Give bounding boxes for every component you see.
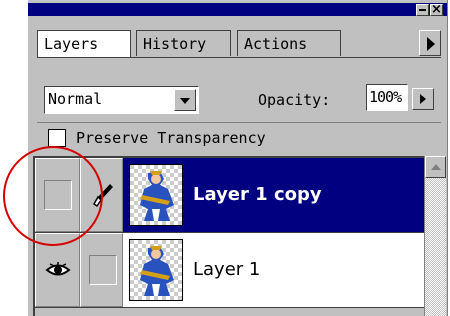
vertical-scrollbar[interactable]: [424, 156, 446, 316]
palette-menu-arrow-icon[interactable]: [419, 30, 441, 56]
tabs-divider: [37, 57, 441, 58]
layer-thumbnail-icon: [129, 239, 183, 301]
chevron-down-icon[interactable]: [174, 89, 196, 111]
layer-row[interactable]: Layer 1: [35, 233, 424, 307]
layer-row[interactable]: Layer 1 copy: [35, 158, 424, 232]
options-divider: [37, 122, 441, 123]
blend-mode-value: Normal: [48, 90, 103, 108]
brush-icon: [89, 180, 117, 210]
preserve-transparency-label: Preserve Transparency: [76, 129, 266, 147]
layer-main-selected[interactable]: Layer 1 copy: [123, 158, 424, 232]
minimize-icon[interactable]: [416, 4, 429, 16]
layer-name[interactable]: Layer 1: [193, 233, 260, 307]
edit-toggle[interactable]: [80, 233, 123, 307]
opacity-field[interactable]: 100%: [366, 84, 408, 111]
visibility-toggle[interactable]: [35, 158, 80, 232]
preserve-transparency-checkbox[interactable]: [48, 129, 66, 147]
row-divider: [35, 307, 424, 308]
tab-layers[interactable]: Layers: [37, 30, 131, 58]
eye-icon: [44, 255, 72, 285]
empty-brush-box: [89, 255, 117, 285]
tab-history[interactable]: History: [136, 30, 231, 56]
layer-name[interactable]: Layer 1 copy: [193, 158, 322, 232]
opacity-slider-arrow-icon[interactable]: [412, 88, 434, 110]
layer-thumbnail-icon: [129, 164, 183, 226]
edit-toggle[interactable]: [80, 158, 123, 232]
visibility-toggle[interactable]: [35, 233, 80, 307]
empty-eye-box: [44, 180, 72, 210]
blend-mode-select[interactable]: Normal: [44, 86, 199, 114]
opacity-label: Opacity:: [258, 91, 331, 109]
layers-list: Layer 1 copy Layer 1: [33, 156, 424, 316]
scroll-up-icon[interactable]: [425, 156, 446, 178]
palette-titlebar[interactable]: ×: [28, 3, 447, 16]
close-icon[interactable]: ×: [430, 3, 443, 16]
tab-actions[interactable]: Actions: [237, 30, 341, 56]
layer-main[interactable]: Layer 1: [123, 233, 424, 307]
layers-palette: × Layers History Actions Normal Opacity:…: [27, 0, 448, 316]
